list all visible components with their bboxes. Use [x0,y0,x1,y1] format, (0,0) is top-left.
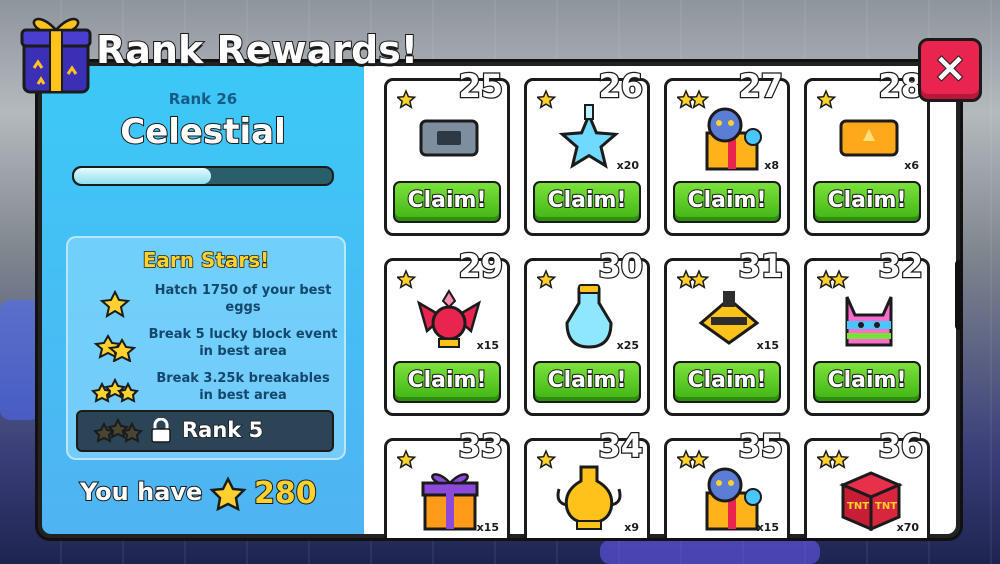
pet-gift-icon [705,107,762,171]
lock-icon [151,418,171,443]
claim-label: Claim! [546,367,627,394]
locked-stars-icon [92,417,144,443]
reward-quantity: x25 [616,339,639,352]
reward-rank-number: 25 [457,66,504,107]
reward-quantity: x6 [904,159,919,172]
locked-rank-button[interactable]: Rank 5 [76,410,334,452]
reward-card: 28 x6 Claim! [804,66,930,236]
star-count: 280 [253,475,318,512]
locked-rank-label: Rank 5 [181,417,264,443]
claim-label: Claim! [826,367,907,394]
reward-rank-number: 29 [457,246,504,287]
task-item: Break 5 lucky block event in best area [68,326,344,366]
claim-button[interactable]: Claim! [813,361,921,403]
close-icon: × [932,44,968,92]
reward-card: 30 x25 Claim! [524,246,650,416]
gold-flag-icon [698,291,760,345]
pinata-icon [845,296,893,347]
rank-progress-bar [72,166,334,186]
rank-progress-fill [74,168,211,184]
ticket-gold-icon [839,119,899,157]
pet-gift-icon [705,467,762,531]
window-title: Rank Rewards! [95,27,419,73]
rank-name: Celestial [119,111,286,153]
claim-button[interactable]: Claim! [533,361,641,403]
reward-card: 32 Claim! [804,246,930,416]
claim-button[interactable]: Claim! [393,361,501,403]
reward-card: 35 x15 [664,426,790,538]
reward-rank-number: 28 [877,66,924,107]
reward-card: 27 x8 Claim! [664,66,790,236]
blue-potion-icon [565,284,613,349]
background-glow-left [0,300,40,420]
svg-text:TNT: TNT [847,501,869,512]
background-glow-bottom [600,540,820,564]
reward-card: 26 x20 Claim! [524,66,650,236]
reward-rank-number: 30 [597,246,644,287]
task-text: Hatch 1750 of your best eggs [154,283,332,315]
close-button[interactable]: × [918,38,982,102]
star-currency-icon [209,476,247,512]
claim-button[interactable]: Claim! [533,181,641,223]
reward-rank-number: 36 [877,426,924,467]
reward-quantity: x70 [896,521,919,534]
claim-label: Claim! [686,187,767,214]
reward-rank-number: 26 [597,66,644,107]
claim-button[interactable]: Claim! [673,181,781,223]
reward-quantity: x15 [756,339,779,352]
claim-label: Claim! [406,367,487,394]
reward-quantity: x8 [764,159,779,172]
claim-button[interactable]: Claim! [813,181,921,223]
claim-button[interactable]: Claim! [393,181,501,223]
reward-rank-number: 33 [457,426,504,467]
claim-label: Claim! [546,187,627,214]
reward-rank-number: 31 [737,246,784,287]
claim-label: Claim! [406,187,487,214]
reward-card: 31 x15 Claim! [664,246,790,416]
claim-button[interactable]: Claim! [673,361,781,403]
reward-card: 33 x15 [384,426,510,538]
orange-gift-icon [421,473,479,531]
rank-info-panel: Rank 26 Celestial Earn Stars! Hatch 1750… [42,66,364,534]
ticket-silver-icon [419,119,479,157]
winged-potion-icon [416,289,482,348]
reward-rank-number: 32 [877,246,924,287]
reward-quantity: x9 [624,521,639,534]
crystal-star-icon [558,104,620,169]
task-item: Break 3.25k breakables in best area [68,370,344,410]
reward-quantity: x20 [616,159,639,172]
reward-rank-number: 35 [737,426,784,467]
task-item: Hatch 1750 of your best eggs [68,282,344,322]
earn-stars-title: Earn Stars! [142,247,270,273]
reward-rank-number: 34 [597,426,644,467]
reward-card: 29 x15 Claim! [384,246,510,416]
gift-box-icon [20,17,92,94]
gold-potion-icon [556,465,622,530]
claim-label: Claim! [686,367,767,394]
two-stars-icon [93,333,137,362]
you-have-label: You have [79,477,203,507]
tnt-crate-icon: TNT TNT [839,471,903,531]
reward-rank-number: 27 [737,66,784,107]
claim-label: Claim! [826,187,907,214]
reward-card: 36 TNT TNT x70 [804,426,930,538]
task-text: Break 3.25k breakables in best area [156,371,330,403]
reward-quantity: x15 [756,521,779,534]
reward-quantity: x15 [476,521,499,534]
reward-card: 34 x9 [524,426,650,538]
one-star-icon [99,289,131,318]
svg-text:TNT: TNT [875,501,897,512]
reward-card: 25 Claim! [384,66,510,236]
reward-quantity: x15 [476,339,499,352]
three-stars-icon [90,377,140,403]
scrollbar[interactable] [955,260,963,330]
task-text: Break 5 lucky block event in best area [148,327,338,359]
